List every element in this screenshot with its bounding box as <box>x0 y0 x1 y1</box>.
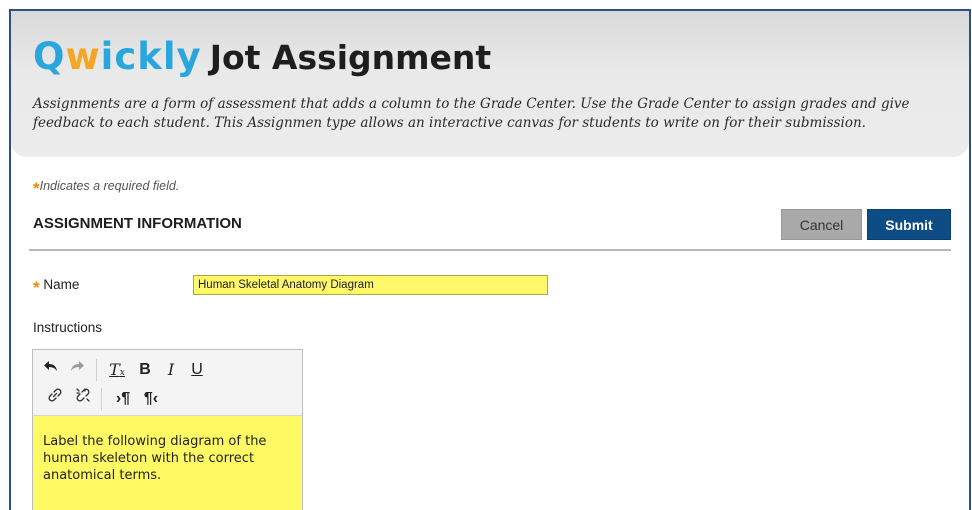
name-field[interactable] <box>193 275 548 295</box>
title-row: Qwickly Jot Assignment <box>33 35 491 78</box>
toolbar-separator <box>101 388 102 410</box>
ltr-icon[interactable]: ›¶ <box>111 387 135 411</box>
undo-icon[interactable] <box>39 358 63 382</box>
name-label-text: Name <box>43 277 80 292</box>
toolbar-separator <box>96 359 97 381</box>
logo-q: Q <box>33 35 66 78</box>
qwickly-logo: Qwickly <box>33 35 202 78</box>
required-field-note: *Indicates a required field. <box>33 179 179 199</box>
name-label: * Name <box>33 277 79 298</box>
cancel-button[interactable]: Cancel <box>781 209 862 240</box>
editor-toolbar: Tx B I U ›¶ ¶‹ <box>33 350 302 416</box>
clear-format-icon[interactable]: Tx <box>105 358 129 382</box>
page-frame: Qwickly Jot Assignment Assignments are a … <box>9 9 971 510</box>
italic-icon[interactable]: I <box>159 358 183 382</box>
instructions-editor: Tx B I U ›¶ ¶‹ Label the following diagr… <box>32 349 303 510</box>
instructions-text-area[interactable]: Label the following diagram of the human… <box>33 416 302 510</box>
page-header: Qwickly Jot Assignment Assignments are a … <box>11 11 969 157</box>
section-title: ASSIGNMENT INFORMATION <box>33 215 242 232</box>
required-star-icon: * <box>33 179 40 198</box>
logo-rest: ickly <box>100 35 202 78</box>
link-icon[interactable] <box>43 387 67 411</box>
page-title: Jot Assignment <box>209 38 492 77</box>
submit-button[interactable]: Submit <box>867 209 951 240</box>
section-divider <box>29 249 951 251</box>
instructions-label: Instructions <box>33 320 103 335</box>
rtl-icon[interactable]: ¶‹ <box>139 387 163 411</box>
unlink-icon[interactable] <box>71 387 95 411</box>
logo-w: w <box>65 35 101 78</box>
bold-icon[interactable]: B <box>133 358 157 382</box>
required-star-icon: * <box>33 278 40 297</box>
redo-icon[interactable] <box>65 358 89 382</box>
required-note-text: Indicates a required field. <box>39 179 180 193</box>
underline-icon[interactable]: U <box>185 358 209 382</box>
page-description: Assignments are a form of assessment tha… <box>33 96 910 131</box>
